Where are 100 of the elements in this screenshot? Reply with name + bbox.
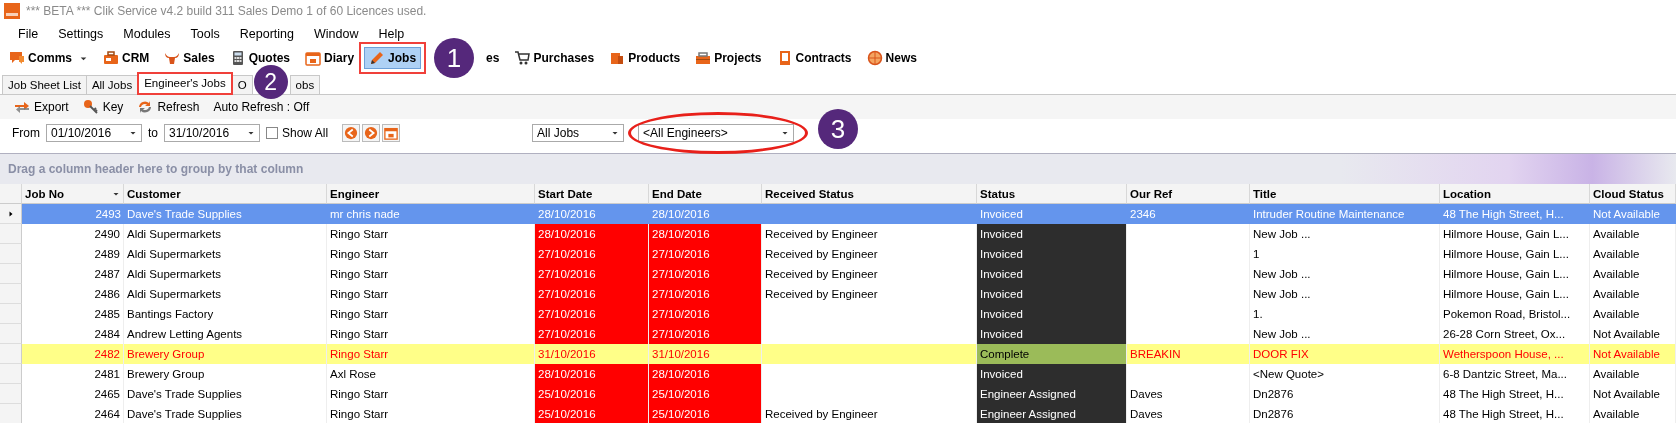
table-cell: 27/10/2016 <box>649 264 762 284</box>
status-label: Auto Refresh : Off <box>213 100 310 114</box>
table-cell: mr chris nade <box>327 204 535 224</box>
table-cell: Available <box>1590 404 1676 423</box>
column-header[interactable]: Received Status <box>762 184 977 204</box>
toolbar-button[interactable]: CRM <box>98 47 155 69</box>
column-header[interactable]: Cloud Status <box>1590 184 1676 204</box>
toolbar-button[interactable]: Purchases <box>509 47 600 69</box>
table-cell: Aldi Supermarkets <box>124 284 327 304</box>
tab[interactable]: obs <box>289 75 321 94</box>
table-cell: Axl Rose <box>327 364 535 384</box>
menu-item[interactable]: Help <box>368 27 415 41</box>
toolbar-button[interactable]: Comms <box>4 47 93 69</box>
toolbar-button[interactable]: Products <box>604 47 686 69</box>
table-cell: Intruder Routine Maintenance <box>1250 204 1440 224</box>
toolbar-button[interactable]: Sales <box>159 47 220 69</box>
toolbar-button[interactable]: News <box>861 47 922 69</box>
table-cell: 31/10/2016 <box>649 344 762 364</box>
table-cell: Brewery Group <box>124 344 327 364</box>
table-cell: Aldi Supermarkets <box>124 224 327 244</box>
tab[interactable]: Engineer's Jobs <box>137 72 233 95</box>
table-cell: Pokemon Road, Bristol... <box>1440 304 1590 324</box>
table-cell: Bantings Factory <box>124 304 327 324</box>
table-cell: <New Quote> <box>1250 364 1440 384</box>
column-header[interactable]: Engineer <box>327 184 535 204</box>
table-cell: 48 The High Street, H... <box>1440 404 1590 423</box>
table-cell: BREAKIN <box>1127 344 1250 364</box>
field-label: From <box>12 126 40 140</box>
group-hint: Drag a column header here to group by that column <box>8 162 304 176</box>
column-header[interactable]: Customer <box>124 184 327 204</box>
table-cell: 6-8 Dantzic Street, Ma... <box>1440 364 1590 384</box>
table-cell: 27/10/2016 <box>649 284 762 304</box>
column-header[interactable]: Title <box>1250 184 1440 204</box>
table-cell: New Job ... <box>1250 324 1440 344</box>
menu-item[interactable]: Window <box>303 27 369 41</box>
column-header[interactable]: End Date <box>649 184 762 204</box>
table-cell: Ringo Starr <box>327 244 535 264</box>
table-cell: 48 The High Street, H... <box>1440 384 1590 404</box>
table-cell: Available <box>1590 244 1676 264</box>
table-cell: Invoiced <box>977 364 1127 384</box>
window-title: *** BETA *** Clik Service v4.2 build 311 Sales Demo 1 of 60 Licences used. <box>26 4 427 18</box>
table-cell: Ringo Starr <box>327 264 535 284</box>
table-cell: 27/10/2016 <box>535 284 649 304</box>
toolbar-button[interactable]: es <box>481 48 505 68</box>
table-cell: 28/10/2016 <box>535 224 649 244</box>
toolbar-button[interactable]: Contracts <box>771 47 857 69</box>
date-field[interactable]: 01/10/2016 <box>46 124 142 142</box>
table-cell: New Job ... <box>1250 224 1440 244</box>
menu-item[interactable]: Settings <box>48 27 114 41</box>
table-cell: Dn2876 <box>1250 404 1440 423</box>
toolbar-button[interactable]: Key <box>82 99 124 115</box>
table-cell: Hilmore House, Gain L... <box>1440 264 1590 284</box>
column-header[interactable]: Our Ref <box>1127 184 1250 204</box>
tab[interactable]: O <box>231 75 253 94</box>
table-cell: Not Available <box>1590 204 1676 224</box>
table-cell: Aldi Supermarkets <box>124 244 327 264</box>
table-cell: Engineer Assigned <box>977 404 1127 423</box>
menu-item[interactable]: Tools <box>180 27 230 41</box>
table-cell: 27/10/2016 <box>535 244 649 264</box>
table-cell: Invoiced <box>977 204 1127 224</box>
table-cell: Hilmore House, Gain L... <box>1440 244 1590 264</box>
table-cell: Available <box>1590 264 1676 284</box>
table-cell: Invoiced <box>977 264 1127 284</box>
callout-badge: 1 <box>434 38 475 78</box>
toolbar-button[interactable]: Projects <box>690 47 767 69</box>
table-cell: Daves <box>1127 404 1250 423</box>
tab[interactable]: All Jobs <box>85 75 139 94</box>
table-cell: Available <box>1590 284 1676 304</box>
column-header[interactable]: Start Date <box>535 184 649 204</box>
table-cell: 2482 <box>22 344 124 364</box>
toolbar-button[interactable]: Refresh <box>137 99 200 115</box>
date-field[interactable]: 31/10/2016 <box>164 124 260 142</box>
table-cell: 48 The High Street, H... <box>1440 204 1590 224</box>
table-cell: Ringo Starr <box>327 404 535 423</box>
column-header[interactable]: Location <box>1440 184 1590 204</box>
menu-item[interactable]: Modules <box>113 27 181 41</box>
table-cell: Dn2876 <box>1250 384 1440 404</box>
table-cell: Available <box>1590 224 1676 244</box>
column-header[interactable]: Job No <box>22 184 124 204</box>
toolbar-button[interactable]: Export <box>14 99 69 115</box>
table-cell: 28/10/2016 <box>649 224 762 244</box>
menu-item[interactable]: Reporting <box>229 27 304 41</box>
table-cell: Invoiced <box>977 324 1127 344</box>
table-cell: 28/10/2016 <box>535 204 649 224</box>
tab[interactable]: Job Sheet List <box>2 75 87 94</box>
table-cell: Invoiced <box>977 244 1127 264</box>
table-cell: Received by Engineer <box>762 244 977 264</box>
table-cell: Aldi Supermarkets <box>124 264 327 284</box>
column-header[interactable]: Status <box>977 184 1127 204</box>
toolbar-button[interactable]: Diary <box>300 47 360 69</box>
table-cell: Invoiced <box>977 284 1127 304</box>
menu-item[interactable]: File <box>8 27 49 41</box>
table-cell: 31/10/2016 <box>535 344 649 364</box>
dropdown[interactable]: <All Engineers> <box>638 124 795 142</box>
table-cell: Not Available <box>1590 384 1676 404</box>
table-cell: 27/10/2016 <box>535 324 649 344</box>
table-cell: 27/10/2016 <box>649 324 762 344</box>
table-cell: 27/10/2016 <box>649 304 762 324</box>
dropdown[interactable]: All Jobs <box>532 124 625 142</box>
table-cell: Ringo Starr <box>327 344 535 364</box>
